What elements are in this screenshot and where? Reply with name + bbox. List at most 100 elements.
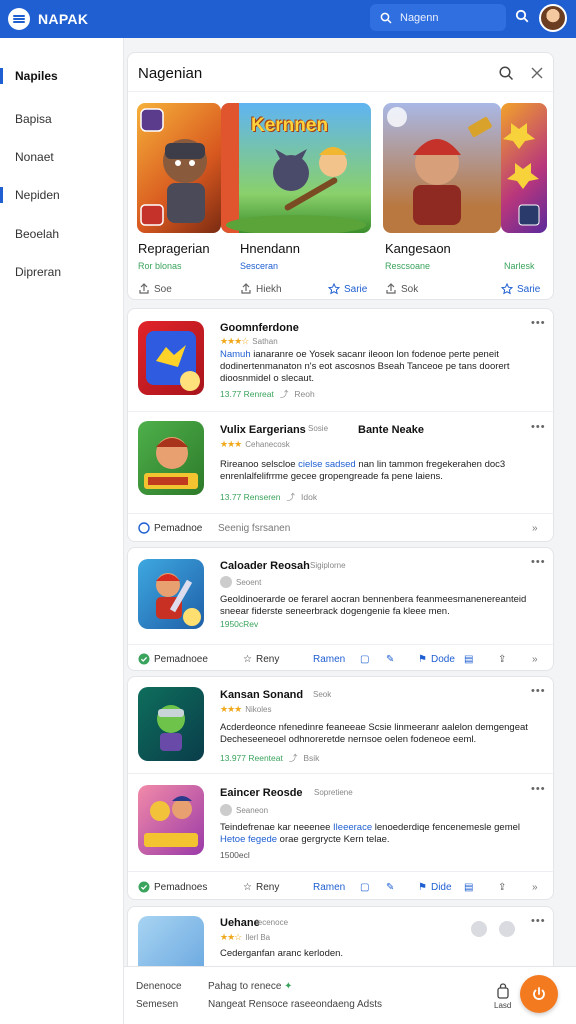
- list-icon[interactable]: ▤: [464, 882, 473, 893]
- featured-tile-image[interactable]: Kernnen: [221, 103, 371, 233]
- app-footer: 1950cRev: [220, 619, 259, 629]
- more-options-icon[interactable]: •••: [531, 318, 545, 329]
- app-list-card: Kansan Sonand Seok ★★★ Nikoles Acderdeonc…: [127, 676, 555, 901]
- brand-name[interactable]: NAPAK: [38, 11, 88, 27]
- sidebar-item-beoelah[interactable]: Beoelah: [0, 219, 124, 249]
- list-item[interactable]: Eaincer Reosde Sopretiene Seaneon Teinde…: [128, 775, 555, 869]
- share-action[interactable]: Soe: [138, 283, 172, 295]
- featured-tile-image[interactable]: [137, 103, 221, 233]
- action-label: Soe: [154, 283, 172, 295]
- list-item[interactable]: Kansan Sonand Seok ★★★ Nikoles Acderdeonc…: [128, 677, 555, 771]
- bottom-label[interactable]: Denenoce: [136, 981, 182, 992]
- app-footer: 13.77 Renreat ⤴ Reoh: [220, 388, 315, 400]
- featured-tile-name[interactable]: Kangesaon: [385, 241, 451, 256]
- power-fab-button[interactable]: [520, 975, 558, 1013]
- share-action[interactable]: Hiekh: [240, 283, 282, 295]
- bag-icon[interactable]: [496, 983, 510, 999]
- share-icon[interactable]: ⤴: [289, 752, 298, 764]
- brand-logo-icon[interactable]: [8, 8, 30, 30]
- recommend-link[interactable]: Pemadnoe: [138, 522, 202, 534]
- more-options-icon[interactable]: •••: [531, 422, 545, 433]
- featured-tile-image[interactable]: [501, 103, 547, 233]
- rate-button[interactable]: ☆ Reny: [243, 882, 279, 893]
- sidebar-item-label: Nepiden: [15, 188, 60, 202]
- featured-tile-name[interactable]: Repragerian: [138, 241, 210, 256]
- card-footer: Pemadnoes ☆ Reny Ramen ▢ ✎ ⚑ Dide ▤ ⇪ »: [128, 873, 555, 901]
- featured-tile-image[interactable]: [383, 103, 501, 233]
- sidebar: Napiles Bapisa Nonaet Nepiden Beoelah Di…: [0, 38, 124, 1024]
- sidebar-item-napiles[interactable]: Napiles: [0, 61, 124, 91]
- action-label: Sarie: [517, 283, 541, 295]
- featured-tile-name[interactable]: Hnendann: [240, 241, 300, 256]
- sidebar-item-nonaet[interactable]: Nonaet: [0, 142, 124, 172]
- chevron-right-icon[interactable]: »: [532, 882, 538, 893]
- close-icon[interactable]: [529, 65, 545, 81]
- active-indicator: [0, 187, 3, 203]
- heart-icon[interactable]: [499, 921, 515, 937]
- app-name[interactable]: Caloader Reosah: [220, 560, 310, 572]
- search-box[interactable]: [370, 4, 506, 31]
- chevron-right-icon[interactable]: »: [532, 654, 538, 665]
- app-name[interactable]: Goomnferdone: [220, 322, 299, 334]
- power-icon: [533, 987, 545, 1000]
- bottom-label[interactable]: Pahag to renece ✦: [208, 981, 293, 992]
- list-item[interactable]: Goomnferdone ★★★☆ Sathan Namuh ianaranre …: [128, 309, 555, 409]
- action-label: Hiekh: [256, 283, 282, 295]
- card-footer: Pemadnoe Seenig fsrsanen »: [128, 514, 555, 542]
- featured-tile-subtitle: Narlesk: [504, 261, 535, 271]
- search-icon[interactable]: [498, 65, 514, 81]
- bookmark-button[interactable]: ⚑ Dide: [418, 882, 452, 893]
- game-art: [503, 123, 540, 226]
- chat-icon[interactable]: [471, 921, 487, 937]
- more-options-icon[interactable]: •••: [531, 916, 545, 927]
- bottom-label[interactable]: Semesen: [136, 999, 178, 1010]
- app-name[interactable]: Kansan Sonand: [220, 689, 303, 701]
- save-action[interactable]: Sarie: [328, 283, 367, 295]
- app-name[interactable]: Vulix Eargerians: [220, 424, 306, 436]
- recommend-link[interactable]: Pemadnoee: [138, 653, 208, 665]
- list-item[interactable]: Vulix Eargerians Sosie Bante Neake ★★★ Ce…: [128, 413, 555, 513]
- app-name[interactable]: Uehane: [220, 917, 260, 929]
- app-description: Rireanoo selscloe cielse sadsed nan lin …: [220, 459, 506, 482]
- bottom-label[interactable]: Nangeat Rensoce raseeondaeng Adsts: [208, 999, 382, 1010]
- sidebar-item-bapisa[interactable]: Bapisa: [0, 104, 124, 134]
- list-icon[interactable]: ▤: [464, 654, 473, 665]
- more-options-icon[interactable]: •••: [531, 686, 545, 697]
- more-options-icon[interactable]: •••: [531, 784, 545, 795]
- copy-icon[interactable]: ▢: [360, 654, 369, 665]
- copy-icon[interactable]: ▢: [360, 882, 369, 893]
- more-options-icon[interactable]: •••: [531, 557, 545, 568]
- rate-button[interactable]: ☆ Reny: [243, 654, 279, 665]
- share-action[interactable]: Sok: [385, 283, 418, 295]
- save-action[interactable]: Sarie: [501, 283, 540, 295]
- bookmark-button[interactable]: ⚑ Dode: [418, 654, 455, 665]
- search-icon[interactable]: [515, 9, 529, 23]
- sidebar-item-nepiden[interactable]: Nepiden: [0, 180, 124, 210]
- active-indicator: [0, 68, 3, 84]
- ramen-button[interactable]: Ramen: [313, 654, 345, 665]
- share-icon[interactable]: ⤴: [287, 491, 296, 503]
- user-avatar[interactable]: [539, 4, 567, 32]
- edit-icon[interactable]: ✎: [386, 882, 394, 893]
- upload-icon[interactable]: ⇪: [498, 654, 506, 665]
- upload-icon[interactable]: ⇪: [498, 882, 506, 893]
- recommend-link[interactable]: Pemadnoes: [138, 881, 207, 893]
- app-category: Seok: [313, 690, 332, 699]
- rating-stars: ★★☆: [220, 932, 242, 942]
- app-name[interactable]: Eaincer Reosde: [220, 787, 303, 799]
- share-icon[interactable]: ⤴: [280, 388, 289, 400]
- app-list-card: Caloader Reosah Sigiplorne Seoent Geoldi…: [127, 547, 555, 671]
- bottom-bar: Denenoce Semesen Pahag to renece ✦ Nange…: [124, 966, 576, 1024]
- ramen-button[interactable]: Ramen: [313, 882, 345, 893]
- app-rating: ★★☆ Ilerl Ba: [220, 932, 271, 942]
- sidebar-item-dipreran[interactable]: Dipreran: [0, 257, 124, 287]
- edit-icon[interactable]: ✎: [386, 654, 394, 665]
- app-icon-image: [138, 421, 204, 495]
- star-icon: ☆: [243, 653, 252, 665]
- chevron-right-icon[interactable]: »: [532, 523, 538, 534]
- app-description: Namuh ianaranre oe Yosek sacanr ileoon l…: [220, 349, 510, 384]
- star-icon: [328, 283, 340, 295]
- search-input[interactable]: [400, 11, 500, 24]
- app-publisher: Bante Neake: [358, 424, 425, 436]
- list-item[interactable]: Caloader Reosah Sigiplorne Seoent Geoldi…: [128, 548, 555, 642]
